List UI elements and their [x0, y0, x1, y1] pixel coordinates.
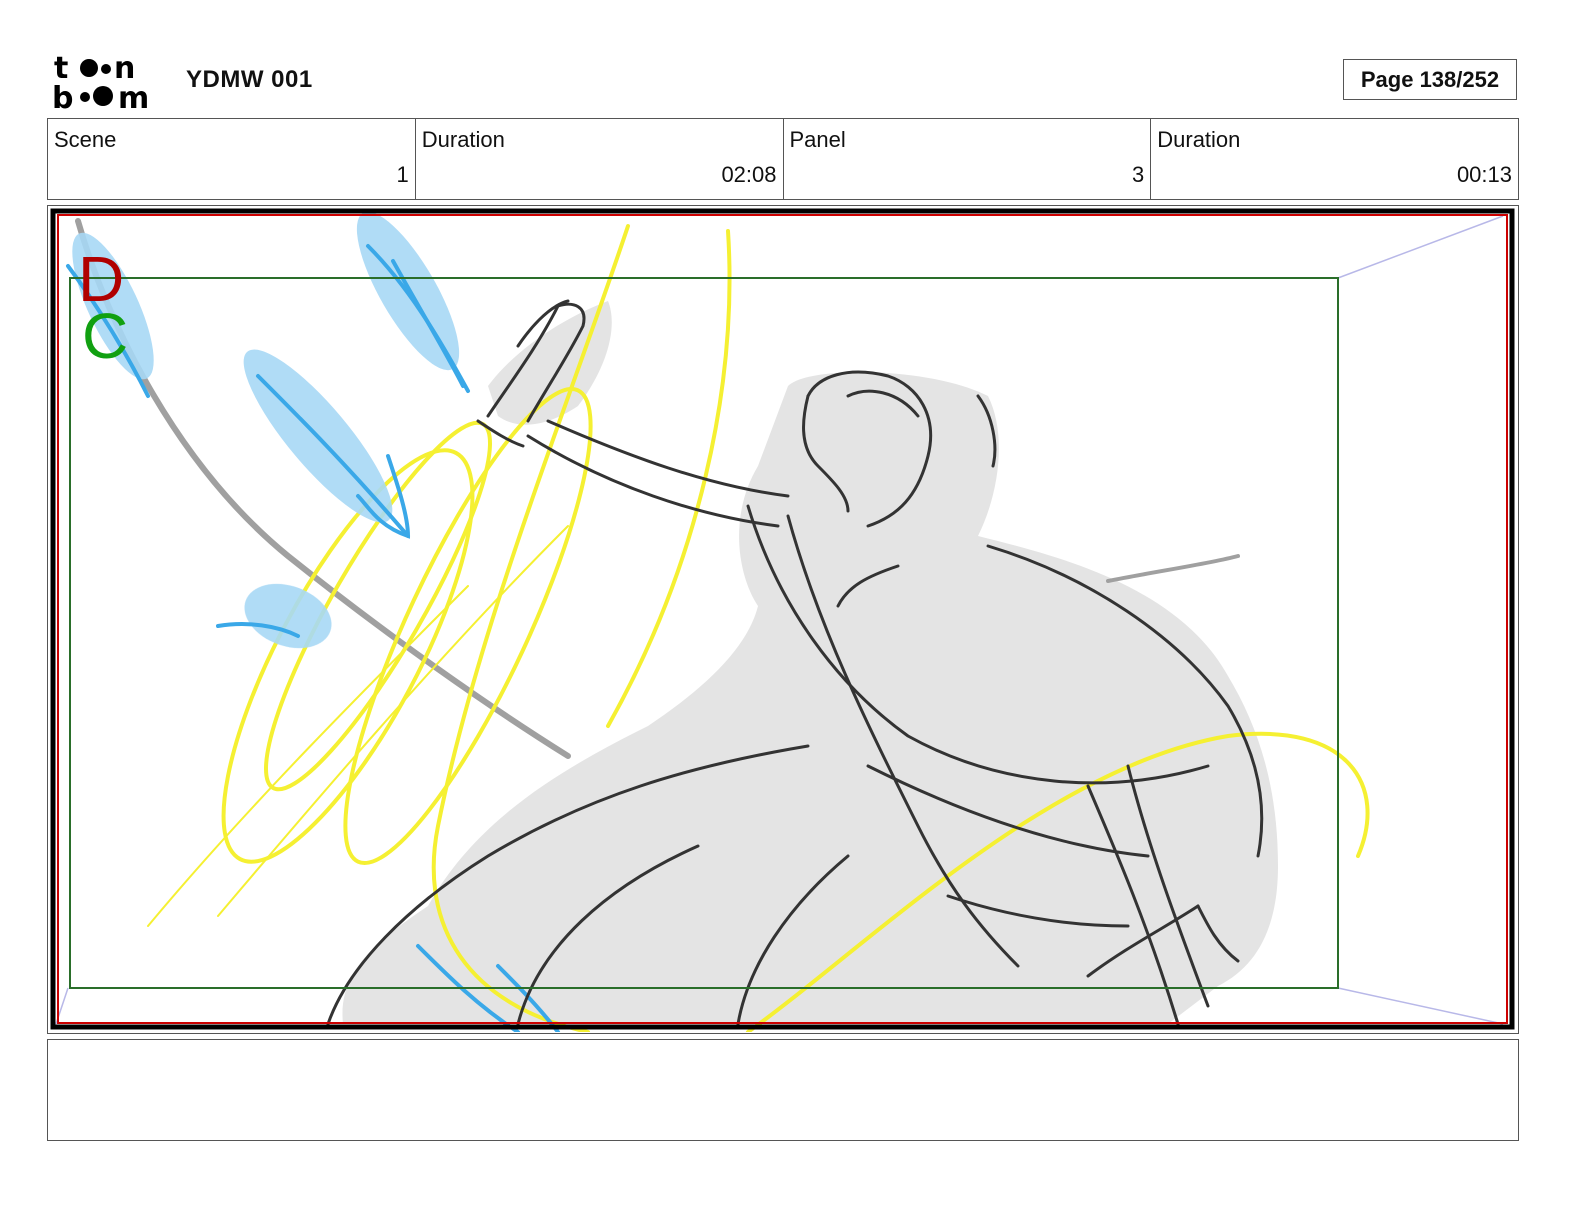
panel-drawing: D C — [50, 208, 1515, 1032]
storyboard-panel: D C — [47, 205, 1519, 1034]
svg-text:b: b — [52, 81, 73, 110]
character-fill — [342, 301, 1278, 1024]
panel-duration-value: 00:13 — [1456, 162, 1512, 187]
toon-boom-logo: t n b m — [52, 52, 149, 110]
scene-duration-label: Duration — [421, 127, 505, 152]
svg-text:m: m — [118, 81, 149, 110]
panel-label: Panel — [789, 127, 846, 152]
panel-duration-label: Duration — [1157, 127, 1241, 152]
page-number: Page 138/252 — [1343, 59, 1517, 100]
panel-cell: Panel 3 — [784, 119, 1152, 199]
scene-value: 1 — [396, 162, 409, 187]
panel-notes[interactable] — [47, 1039, 1519, 1141]
project-title: YDMW 001 — [186, 66, 313, 93]
scene-info-table: Scene 1 Duration 02:08 Panel 3 Duration … — [47, 118, 1519, 200]
marker-c: C — [82, 300, 128, 372]
scene-duration-cell: Duration 02:08 — [416, 119, 784, 199]
scene-duration-value: 02:08 — [721, 162, 777, 187]
panel-duration-cell: Duration 00:13 — [1151, 119, 1518, 199]
panel-value: 3 — [1132, 162, 1145, 187]
scene-cell: Scene 1 — [48, 119, 416, 199]
scene-label: Scene — [54, 127, 117, 152]
